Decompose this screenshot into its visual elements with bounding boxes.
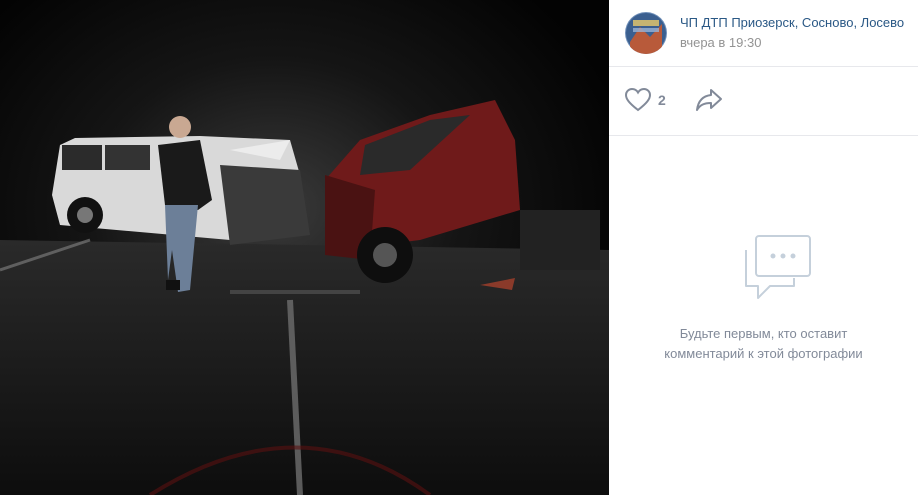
author-header: ЧП ДТП Приозерск, Сосново, Лосево вчера … — [609, 0, 918, 67]
crash-photo — [0, 0, 609, 495]
post-time[interactable]: вчера в 19:30 — [680, 35, 761, 50]
community-avatar[interactable] — [625, 12, 667, 54]
post-actions: 2 — [609, 67, 918, 136]
like-button[interactable]: 2 — [625, 87, 666, 113]
comments-empty-line2: комментарий к этой фотографии — [664, 346, 863, 361]
comments-empty-text: Будьте первым, кто оставит комментарий к… — [629, 324, 898, 364]
like-count: 2 — [658, 92, 666, 108]
photo-viewer[interactable] — [0, 0, 609, 495]
community-avatar-icon — [625, 12, 667, 54]
comments-empty-state: Будьте первым, кто оставит комментарий к… — [609, 136, 918, 495]
comments-icon — [745, 235, 811, 299]
comments-empty-line1: Будьте первым, кто оставит — [679, 326, 848, 341]
share-arrow-icon — [696, 89, 722, 111]
author-name[interactable]: ЧП ДТП Приозерск, Сосново, Лосево — [680, 15, 912, 30]
photo-side-panel: ЧП ДТП Приозерск, Сосново, Лосево вчера … — [609, 0, 918, 495]
share-button[interactable] — [695, 87, 723, 113]
heart-icon — [625, 88, 651, 112]
